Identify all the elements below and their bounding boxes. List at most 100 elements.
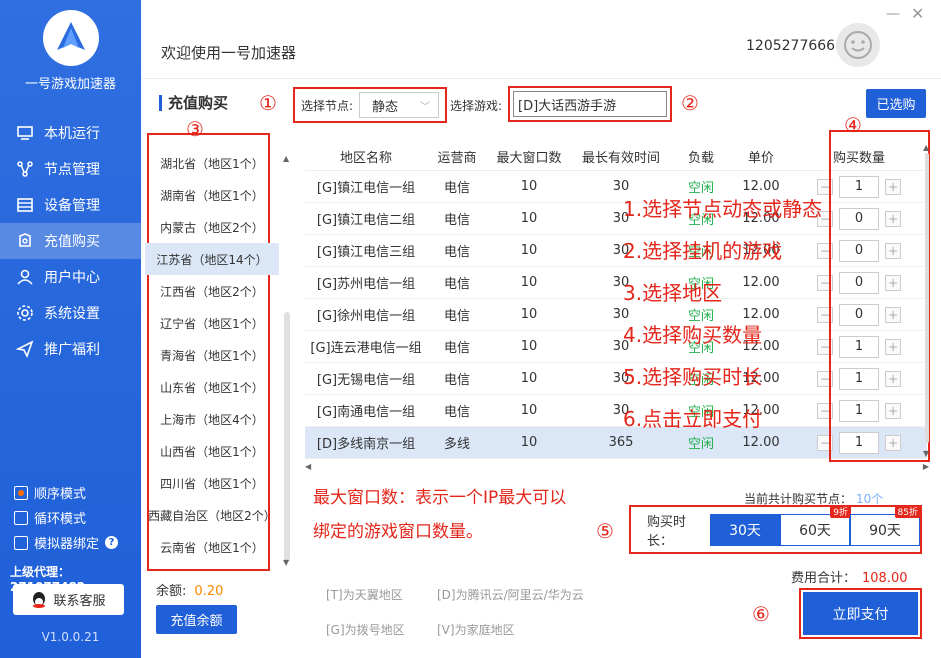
contact-support-button[interactable]: 联系客服 [13, 584, 124, 615]
user-icon [16, 268, 34, 286]
game-select[interactable]: [D]大话西游手游 [513, 91, 667, 117]
node-type-select[interactable]: 静态 ﹀ [359, 92, 440, 118]
sidebar-item-2[interactable]: 设备管理 [0, 187, 141, 223]
page-title: 充值购买 [159, 95, 228, 111]
wallet-icon [16, 232, 34, 250]
isp: 电信 [443, 341, 470, 356]
region-item[interactable]: 江西省（地区2个） [145, 275, 279, 307]
table-hscrollbar[interactable]: ◀ ▶ [305, 462, 931, 472]
load-status: 空闲 [687, 437, 714, 452]
monitor-icon [16, 124, 34, 142]
fee-total: 费用合计： 108.00 [791, 571, 908, 586]
instruction-step: 4.选择购买数量 [623, 323, 763, 347]
total-nodes-value: 10个 [856, 492, 884, 506]
legend-g: [G]为拨号地区 [326, 623, 405, 637]
pay-now-button[interactable]: 立即支付 [803, 592, 918, 635]
sidebar-item-6[interactable]: 推广福利 [0, 331, 141, 367]
header: 欢迎使用一号加速器 1205277666 — ✕ [141, 0, 941, 78]
region-name: [G]无锡电信一组 [316, 373, 416, 388]
max-windows: 10 [520, 275, 538, 290]
pay-highlight-box: 立即支付 [799, 588, 922, 639]
region-name: [G]南通电信一组 [316, 405, 416, 420]
region-item[interactable]: 湖北省（地区1个） [145, 147, 279, 179]
version: V1.0.0.21 [41, 630, 100, 644]
step-marker-2: ② [681, 91, 699, 115]
region-item[interactable]: 江苏省（地区14个） [145, 243, 279, 275]
note-line-1: 最大窗口数：表示一个IP最大可以 [313, 488, 567, 508]
region-scrollbar[interactable]: ▲ ▼ [281, 154, 293, 570]
column-header: 最大窗口数 [496, 151, 562, 166]
unit-price: 12.00 [742, 179, 780, 194]
region-item[interactable]: 湖南省（地区1个） [145, 179, 279, 211]
sidebar-item-1[interactable]: 节点管理 [0, 151, 141, 187]
selected-button[interactable]: 已选购 [866, 89, 926, 118]
sidebar-item-3[interactable]: 充值购买 [0, 223, 141, 259]
legend-v: [V]为家庭地区 [437, 623, 515, 637]
max-windows: 10 [520, 179, 538, 194]
region-name: [G]连云港电信一组 [310, 341, 422, 356]
instruction-step: 6.点击立即支付 [623, 407, 763, 431]
region-name: [G]苏州电信一组 [316, 277, 416, 292]
max-days: 365 [608, 435, 634, 450]
mode-emulator-bind[interactable]: 模拟器绑定? [14, 530, 119, 555]
max-windows: 10 [520, 307, 538, 322]
minimize-icon[interactable]: — [886, 6, 900, 22]
sidebar: 一号游戏加速器 本机运行 节点管理 设备管理 充值购买 用户中心 系统设置 推广福利 顺序模… [0, 0, 141, 658]
smiley-icon [844, 31, 872, 59]
region-item[interactable]: 云南省（地区1个） [145, 531, 279, 563]
max-days: 30 [612, 179, 630, 194]
duration-selector: 购买时长： 30天 60天 9折 90天 85折 [629, 504, 922, 554]
region-item[interactable]: 四川省（地区1个） [145, 467, 279, 499]
unit-price: 12.00 [742, 435, 780, 450]
avatar[interactable] [836, 23, 880, 67]
region-item[interactable]: 上海市（地区4个） [145, 403, 279, 435]
device-icon [16, 196, 34, 214]
step-marker-5: ⑤ [596, 519, 614, 543]
mode-sequential[interactable]: 顺序模式 [14, 480, 118, 505]
duration-option[interactable]: 30天 [710, 513, 780, 546]
mode-loop[interactable]: 循环模式 [14, 505, 118, 530]
step-marker-6: ⑥ [752, 602, 770, 626]
sidebar-nav: 本机运行 节点管理 设备管理 充值购买 用户中心 系统设置 推广福利 [0, 115, 141, 367]
mode-options: 顺序模式 循环模式 模拟器绑定? [14, 480, 119, 555]
recharge-button[interactable]: 充值余额 [156, 605, 237, 634]
qq-icon [31, 591, 47, 609]
sidebar-item-5[interactable]: 系统设置 [0, 295, 141, 331]
duration-option[interactable]: 90天 85折 [850, 504, 921, 546]
column-header: 单价 [747, 151, 774, 166]
step-marker-1: ① [259, 91, 277, 115]
sidebar-item-4[interactable]: 用户中心 [0, 259, 141, 295]
isp: 电信 [443, 309, 470, 324]
app-logo [43, 10, 99, 66]
table-scrollbar[interactable]: ▲ ▼ [922, 143, 932, 459]
gear-icon [16, 304, 34, 322]
region-list: 湖北省（地区1个） 湖南省（地区1个） 内蒙古（地区2个） 江苏省（地区14个） 江西省… [145, 147, 279, 571]
main-content: 充值购买 ① 选择节点: 静态 ﹀ 选择游戏: [D]大话西游手游 ② 已选购 … [141, 78, 941, 658]
discount-badge: 9折 [830, 504, 851, 518]
isp: 电信 [443, 405, 470, 420]
region-item[interactable]: 青海省（地区1个） [145, 339, 279, 371]
balance: 余额: 0.20 [156, 584, 224, 599]
network-icon [16, 160, 34, 178]
discount-badge: 85折 [894, 504, 921, 518]
sidebar-item-0[interactable]: 本机运行 [0, 115, 141, 151]
region-item[interactable]: 山西省（地区1个） [145, 435, 279, 467]
column-header: 负载 [687, 151, 714, 166]
checkbox-icon[interactable] [14, 510, 28, 525]
checkbox-icon[interactable] [14, 535, 28, 550]
region-item[interactable]: 辽宁省（地区1个） [145, 307, 279, 339]
region-name: [G]镇江电信三组 [316, 245, 416, 260]
welcome-text: 欢迎使用一号加速器 [161, 44, 297, 62]
duration-option[interactable]: 60天 9折 [780, 504, 851, 546]
instruction-step: 2.选择挂机的游戏 [623, 239, 783, 263]
chevron-down-icon: ﹀ [420, 101, 431, 113]
help-icon[interactable]: ? [105, 536, 119, 549]
close-icon[interactable]: ✕ [911, 4, 924, 23]
checkbox-icon[interactable] [14, 485, 28, 500]
game-label: 选择游戏: [450, 99, 503, 113]
region-item[interactable]: 山东省（地区1个） [145, 371, 279, 403]
region-item[interactable]: 内蒙古（地区2个） [145, 211, 279, 243]
column-header: 最长有效时间 [581, 151, 660, 166]
region-name: [G]镇江电信一组 [316, 181, 416, 196]
region-item[interactable]: 西藏自治区（地区2个） [145, 499, 279, 531]
